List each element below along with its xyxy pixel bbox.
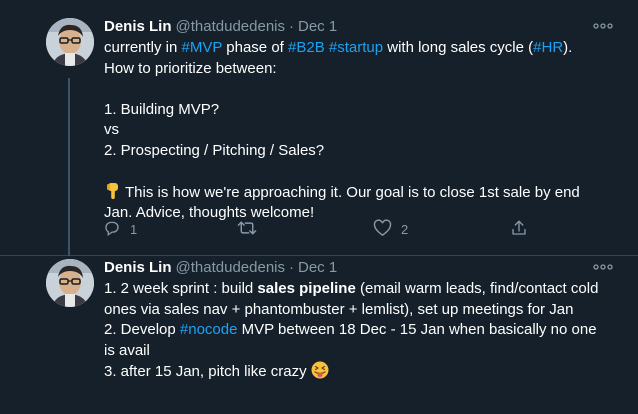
share-button[interactable]	[510, 218, 528, 240]
reply-button[interactable]: 1	[103, 218, 137, 240]
text-span: with long sales cycle (	[383, 39, 534, 56]
hashtag-b2b[interactable]: #B2B	[288, 39, 325, 56]
bold-text: sales pipeline	[257, 280, 356, 297]
author-name[interactable]: Denis Lin	[104, 18, 172, 35]
more-icon[interactable]	[592, 260, 614, 274]
reply-count: 1	[130, 221, 138, 237]
thread-connector	[68, 78, 70, 256]
text-span: (email warm leads, find/contact cold	[355, 280, 599, 297]
tweet-date[interactable]: Dec 1	[298, 18, 337, 35]
text-line: ones via sales nav + phantombuster + lem…	[104, 300, 574, 318]
retweet-icon	[237, 219, 257, 240]
avatar[interactable]	[46, 18, 94, 66]
like-icon	[373, 218, 392, 240]
author-handle[interactable]: @thatdudedenis	[176, 18, 285, 35]
tweet[interactable]: Denis Lin @thatdudedenis · Dec 1 currently …	[0, 0, 638, 256]
tweet-header: Denis Lin @thatdudedenis · Dec 1	[104, 259, 337, 277]
separator-dot: ·	[289, 18, 294, 35]
text-span: 3. after 15 Jan, pitch like crazy	[104, 363, 307, 380]
text-span: 2. Develop	[104, 321, 180, 338]
text-span: currently in	[104, 39, 182, 56]
tweet-text: 1. 2 week sprint : build sales pipeline …	[104, 279, 614, 383]
pointing-down-hand-icon	[104, 182, 122, 200]
tweet-header: Denis Lin @thatdudedenis · Dec 1	[104, 18, 337, 36]
hashtag-mvp[interactable]: #MVP	[182, 39, 223, 56]
retweet-button[interactable]	[237, 218, 257, 240]
text-line: 2. Develop #nocode MVP between 18 Dec - …	[104, 320, 614, 341]
tweet-text: currently in #MVP phase of #B2B #startup…	[104, 38, 614, 224]
more-icon[interactable]	[592, 19, 614, 33]
text-line: is avail	[104, 341, 150, 359]
text-line: How to prioritize between:	[104, 59, 277, 77]
squinting-tongue-face-icon	[311, 361, 329, 379]
hashtag-nocode[interactable]: #nocode	[180, 321, 238, 338]
separator-dot: ·	[289, 259, 294, 276]
text-line: 2. Prospecting / Pitching / Sales?	[104, 141, 325, 159]
text-line: 3. after 15 Jan, pitch like crazy	[104, 361, 614, 383]
text-span: 1. 2 week sprint : build	[104, 280, 258, 297]
hashtag-startup[interactable]: #startup	[329, 39, 383, 56]
text-span: phase of	[222, 39, 288, 56]
tweet-actions: 1 2	[103, 218, 543, 240]
text-line: This is how we're approaching it. Our go…	[104, 182, 614, 204]
like-count: 2	[401, 221, 409, 237]
text-span: MVP between 18 Dec - 15 Jan when basical…	[237, 321, 597, 338]
like-button[interactable]: 2	[373, 218, 408, 240]
text-line: currently in #MVP phase of #B2B #startup…	[104, 38, 614, 59]
tweet[interactable]: Denis Lin @thatdudedenis · Dec 1 1. 2 week …	[0, 256, 638, 414]
text-span: ).	[563, 39, 573, 56]
avatar[interactable]	[46, 259, 94, 307]
reply-icon	[103, 219, 121, 240]
text-line: 1. 2 week sprint : build sales pipeline …	[104, 279, 614, 300]
author-handle[interactable]: @thatdudedenis	[176, 259, 285, 276]
share-icon	[510, 219, 528, 240]
text-line: vs	[104, 121, 119, 138]
text-line: 1. Building MVP?	[104, 100, 220, 118]
text-span: This is how we're approaching it. Our go…	[125, 183, 580, 201]
tweet-date[interactable]: Dec 1	[298, 259, 337, 276]
hashtag-hr[interactable]: #HR	[533, 39, 563, 56]
author-name[interactable]: Denis Lin	[104, 259, 172, 276]
